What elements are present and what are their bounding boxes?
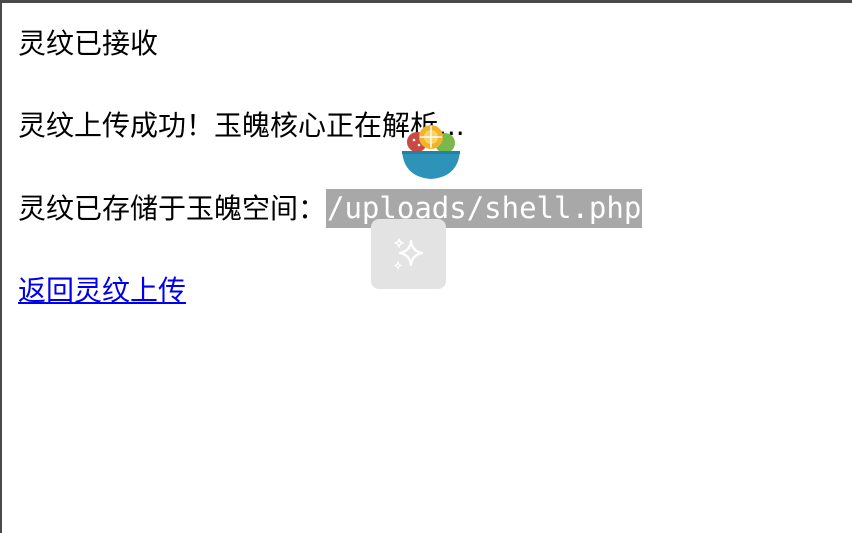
back-link-line: 返回灵纹上传 xyxy=(18,271,642,311)
window-top-border xyxy=(0,0,852,3)
upload-success-message: 灵纹上传成功！玉魄核心正在解析... xyxy=(18,109,465,142)
stored-location-line: 灵纹已存储于玉魄空间：/uploads/shell.php xyxy=(18,188,643,229)
ai-assist-button[interactable] xyxy=(371,219,446,289)
stored-location-label: 灵纹已存储于玉魄空间： xyxy=(18,192,327,225)
window-left-border xyxy=(0,0,2,533)
page-heading: 灵纹已接收 xyxy=(18,27,159,60)
floating-assistant-overlay xyxy=(370,118,460,293)
fruit-bowl-icon[interactable] xyxy=(400,122,462,184)
page-content: 灵纹已接收 灵纹上传成功！玉魄核心正在解析... 灵纹已存储于玉魄空间：/upl… xyxy=(18,24,643,311)
sparkle-icon xyxy=(394,238,424,270)
back-to-upload-link[interactable]: 返回灵纹上传 xyxy=(18,274,186,307)
